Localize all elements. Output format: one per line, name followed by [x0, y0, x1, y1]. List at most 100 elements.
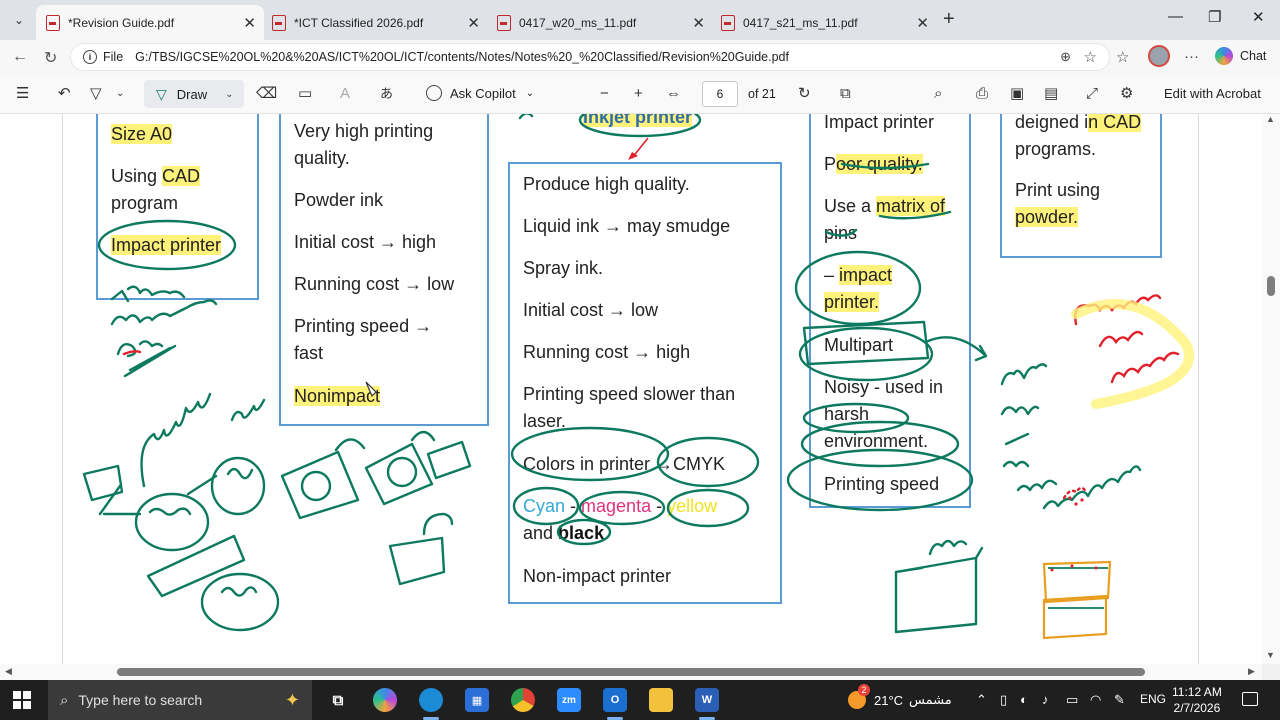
scroll-right-icon[interactable]: ▶: [1248, 666, 1255, 677]
close-icon[interactable]: ✕: [692, 14, 705, 32]
copilot-app-icon[interactable]: [373, 688, 397, 712]
draw-button[interactable]: ▽ Draw ⌄: [144, 80, 244, 108]
close-icon[interactable]: ✕: [243, 14, 256, 32]
page-edge-left: [62, 114, 63, 664]
highlight-icon[interactable]: ▽: [90, 85, 102, 103]
vertical-scrollbar[interactable]: ▲ ▼: [1262, 114, 1280, 664]
settings-gear-icon[interactable]: ⚙: [1120, 85, 1133, 103]
tab-ict-classified[interactable]: *ICT Classified 2026.pdf ✕: [262, 5, 488, 40]
pen-icon[interactable]: ✎: [1114, 692, 1125, 708]
note-line: Printing speed slower than: [523, 384, 736, 404]
save-icon[interactable]: ▣: [1010, 85, 1024, 103]
translate-icon[interactable]: あ: [380, 85, 393, 103]
zoom-icon[interactable]: ⊕: [1060, 49, 1071, 65]
task-view-icon[interactable]: ⧉: [326, 688, 350, 712]
back-icon[interactable]: ←: [12, 48, 28, 66]
note-line: Liquid ink → may smudge: [523, 216, 731, 236]
usb-icon[interactable]: ▯: [1000, 692, 1007, 708]
windows-start-icon[interactable]: [13, 691, 31, 709]
tab-w20-ms[interactable]: 0417_w20_ms_11.pdf ✕: [487, 5, 713, 40]
pdf-icon: [497, 14, 511, 31]
edge-browser-icon[interactable]: [419, 688, 443, 720]
fit-width-icon[interactable]: ⇔: [666, 85, 681, 103]
close-icon[interactable]: ✕: [916, 14, 929, 32]
scroll-corner: [1262, 664, 1280, 680]
chevron-up-icon[interactable]: ⌃: [976, 692, 987, 708]
favorite-star-icon[interactable]: ☆: [1084, 48, 1097, 66]
tab-strip: ⌄ *Revision Guide.pdf ✕ *ICT Classified …: [0, 0, 1280, 40]
tab-title: *ICT Classified 2026.pdf: [294, 15, 424, 30]
copilot-chat-button[interactable]: Chat: [1215, 47, 1266, 65]
clock[interactable]: 11:12 AM 2/7/2026: [1172, 684, 1222, 716]
scroll-left-icon[interactable]: ◀: [5, 666, 12, 677]
close-icon[interactable]: ✕: [467, 14, 480, 32]
tab-actions-menu[interactable]: ⌄: [6, 7, 32, 33]
pdf-page-view[interactable]: Size A0 Using CAD program Impact printer…: [0, 114, 1262, 664]
note-line: Initial cost → high: [294, 232, 437, 252]
note-line: Multipart: [824, 335, 894, 355]
chrome-icon[interactable]: [511, 688, 535, 712]
favorites-icon[interactable]: ☆: [1116, 48, 1129, 66]
page-number-input[interactable]: 6: [702, 81, 738, 107]
address-field[interactable]: i File G:/TBS/IGCSE%20OL%20&%20AS/ICT%20…: [70, 43, 1110, 71]
zoom-out-icon[interactable]: −: [600, 85, 609, 103]
tab-revision-guide[interactable]: *Revision Guide.pdf ✕: [36, 5, 264, 40]
fullscreen-icon[interactable]: ⤢: [1086, 85, 1098, 103]
tab-s21-ms[interactable]: 0417_s21_ms_11.pdf ✕: [711, 5, 937, 40]
sun-icon: 2: [848, 684, 870, 709]
scheme-label: File: [103, 50, 124, 64]
scroll-up-icon[interactable]: ▲: [1266, 114, 1275, 124]
zoom-in-icon[interactable]: +: [634, 85, 643, 103]
pen-icon: ▽: [156, 85, 167, 102]
rotate-icon[interactable]: ↻: [798, 85, 811, 103]
edit-with-acrobat-button[interactable]: Edit with Acrobat: [1164, 86, 1261, 101]
note-line: Running cost → high: [523, 342, 691, 362]
note-line: Produce high quality.: [523, 174, 690, 194]
search-icon: ⌕: [60, 691, 69, 709]
refresh-icon[interactable]: ↻: [44, 48, 57, 68]
horizontal-scrollbar[interactable]: ◀ ▶: [0, 664, 1280, 680]
word-icon[interactable]: W: [695, 688, 719, 720]
search-icon[interactable]: ⌕: [934, 85, 942, 103]
weather-widget[interactable]: 2 21°C مشمس: [848, 684, 952, 709]
restore-icon[interactable]: ❐: [1208, 8, 1221, 26]
microsoft-store-icon[interactable]: ▦: [465, 688, 489, 712]
scroll-down-icon[interactable]: ▼: [1266, 650, 1275, 660]
taskbar-search-box[interactable]: ⌕ Type here to search ✦: [48, 680, 312, 720]
impact-text: – impact: [824, 265, 893, 285]
chevron-down-icon: ⌄: [525, 87, 535, 99]
vertical-scroll-thumb[interactable]: [1267, 276, 1275, 296]
zoom-app-icon[interactable]: zm: [557, 688, 581, 712]
speaker-icon[interactable]: ♪: [1042, 692, 1049, 707]
print-icon[interactable]: ⎙: [976, 85, 988, 103]
note-line: harsh: [824, 404, 870, 424]
chevron-down-icon[interactable]: ⌄: [116, 85, 124, 103]
text-box-icon[interactable]: ▭: [298, 85, 312, 103]
inkjet-printer-heading: Inkjet printer: [583, 114, 693, 131]
note-line: Printing speed →: [294, 316, 433, 336]
minimize-icon[interactable]: —: [1168, 8, 1183, 25]
file-explorer-icon[interactable]: [649, 688, 673, 712]
cmyk-colors-text: Cyan - magenta - yellow: [523, 496, 718, 516]
undo-icon[interactable]: ↶: [58, 85, 71, 103]
close-window-icon[interactable]: ✕: [1252, 8, 1265, 26]
clock-date: 2/7/2026: [1173, 701, 1221, 715]
info-icon[interactable]: i: [83, 50, 97, 64]
wifi-icon[interactable]: ◠: [1090, 692, 1101, 708]
ask-copilot-button[interactable]: Ask Copilot ⌄: [426, 85, 534, 101]
horizontal-scroll-thumb[interactable]: [117, 668, 1145, 676]
contents-icon[interactable]: ☰: [16, 85, 29, 103]
battery-icon[interactable]: ▭: [1066, 692, 1078, 708]
language-indicator[interactable]: ENG: [1140, 692, 1166, 706]
avatar[interactable]: [1148, 45, 1170, 67]
note-line: Non-impact printer: [523, 566, 672, 586]
save-as-icon[interactable]: ▤: [1044, 85, 1058, 103]
outlook-icon[interactable]: O: [603, 688, 627, 720]
read-aloud-icon[interactable]: A: [340, 85, 350, 103]
eraser-icon[interactable]: ⌫: [256, 85, 277, 103]
new-tab-icon[interactable]: +: [943, 8, 955, 31]
page-view-icon[interactable]: ⧉: [840, 85, 851, 103]
volume-icon[interactable]: ◐: [1020, 692, 1028, 707]
notifications-icon[interactable]: [1242, 692, 1258, 706]
more-icon[interactable]: ···: [1184, 48, 1199, 65]
